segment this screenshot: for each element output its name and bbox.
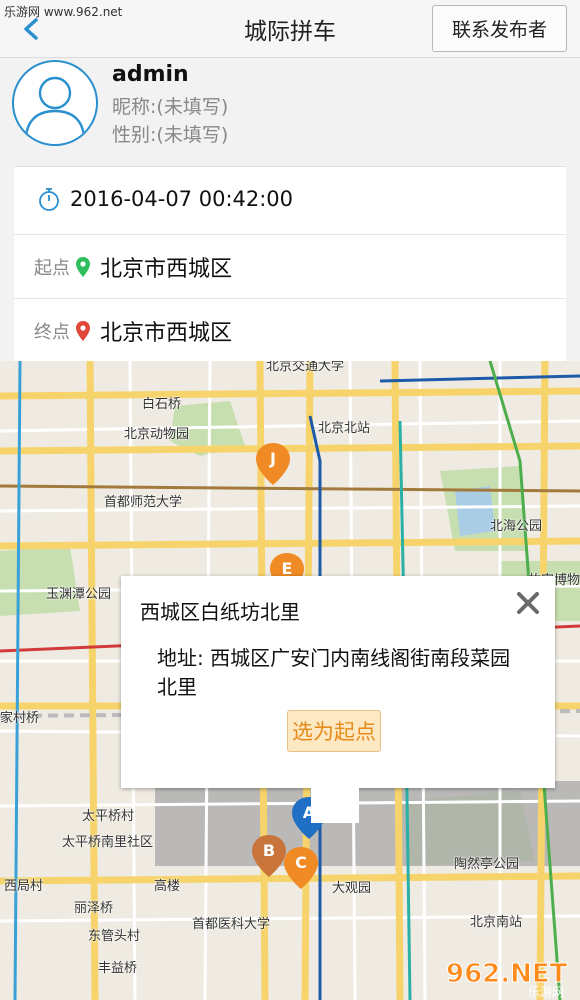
route-marker[interactable]: B [252,835,286,877]
end-label: 终点 [34,321,70,343]
departure-time: 2016-04-07 00:42:00 [70,187,294,211]
marker-label: J [270,449,276,468]
map-label: 北京南站 [470,915,523,930]
map-label: 玉渊潭公园 [46,587,112,602]
route-marker[interactable]: C [284,847,318,889]
close-icon[interactable] [515,590,541,616]
popup-tail [311,788,359,823]
end-row: 终点 北京市西城区 [14,298,566,362]
contact-publisher-button[interactable]: 联系发布者 [432,5,567,52]
location-popup: 西城区白纸坊北里 地址: 西城区广安门内南线阁街南段菜园北里 选为起点 [121,576,555,823]
map-label: 丰益桥 [98,961,138,976]
map-label: 丽泽桥 [74,901,114,916]
start-place: 北京市西城区 [100,256,233,282]
gender: 性别:(未填写) [112,124,229,146]
red-pin-icon [76,320,90,341]
map-label: 西局村 [4,879,44,894]
map-label: 首都医科大学 [192,917,271,932]
map-label: 家村桥 [0,711,40,726]
marker-label: B [262,841,276,860]
map-label: 高楼 [154,879,181,894]
popup-address: 地址: 西城区广安门内南线阁街南段菜园北里 [157,646,511,699]
map-label: 北京动物园 [124,427,190,442]
stopwatch-icon [39,188,59,211]
username: admin [112,62,189,87]
end-place: 北京市西城区 [100,320,233,346]
map-label: 北京北站 [318,421,371,436]
marker-label: C [295,853,307,872]
user-icon [24,76,86,137]
watermark-logo: 962.NET 乐游网 [446,959,569,999]
avatar [12,60,98,146]
nickname: 昵称:(未填写) [112,96,229,118]
green-pin-icon [76,256,90,277]
start-label: 起点 [34,257,70,279]
map-label: 首都师范大学 [104,495,183,510]
trip-info-card: 2016-04-07 00:42:00 起点 北京市西城区 终点 北京市西城区 [14,166,566,361]
map-label: 大观园 [332,881,372,896]
set-as-start-button[interactable]: 选为起点 [287,710,381,752]
watermark-text: 乐游网 www.962.net [4,5,123,19]
trip-time-row: 2016-04-07 00:42:00 [14,167,566,231]
map-label: 太平桥南里社区 [62,835,154,850]
watermark-logo-sub: 乐游网 [528,985,564,998]
map-label: 北京交通大学 [266,361,345,374]
popup-title: 西城区白纸坊北里 [140,600,300,624]
map-label: 东管头村 [88,929,141,944]
map-label: 白石桥 [142,397,182,412]
map-label: 太平桥村 [82,809,135,824]
start-row: 起点 北京市西城区 [14,234,566,298]
route-marker[interactable]: J [256,443,290,485]
publisher-profile: admin 昵称:(未填写) 性别:(未填写) [0,58,580,164]
map-label: 陶然亭公园 [454,857,520,872]
map-label: 北海公园 [490,519,543,534]
